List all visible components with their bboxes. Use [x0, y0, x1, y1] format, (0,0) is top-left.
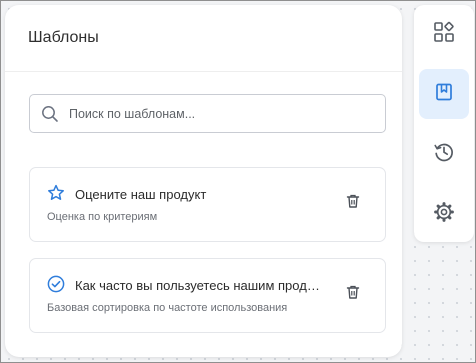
- side-toolbar: [414, 5, 474, 242]
- search-icon: [41, 105, 59, 123]
- widgets-button[interactable]: [419, 9, 469, 59]
- template-card[interactable]: Оцените наш продукт Оценка по критериям: [29, 167, 386, 242]
- panel-title: Шаблоны: [28, 29, 99, 46]
- template-card[interactable]: Как часто вы пользуетесь нашим продуктом…: [29, 258, 386, 333]
- bookmark-icon: [434, 82, 454, 107]
- panel-header: Шаблоны: [5, 5, 402, 72]
- templates-panel: Шаблоны Оцените наш продукт Оценка по кр…: [5, 5, 402, 357]
- widgets-icon: [433, 21, 455, 48]
- star-icon: [47, 184, 65, 202]
- trash-icon[interactable]: [345, 284, 361, 300]
- check-circle-icon: [47, 275, 65, 293]
- template-title: Как часто вы пользуетесь нашим продуктом…: [75, 278, 323, 293]
- history-button[interactable]: [419, 129, 469, 179]
- search-box[interactable]: [29, 94, 386, 133]
- gear-icon: [433, 201, 455, 228]
- template-subtitle: Оценка по критериям: [47, 211, 158, 223]
- settings-button[interactable]: [419, 189, 469, 239]
- history-icon: [433, 141, 455, 168]
- template-subtitle: Базовая сортировка по частоте использова…: [47, 302, 288, 314]
- search-input[interactable]: [69, 95, 369, 132]
- template-title: Оцените наш продукт: [75, 187, 207, 202]
- trash-icon[interactable]: [345, 193, 361, 209]
- bookmark-button[interactable]: [419, 69, 469, 119]
